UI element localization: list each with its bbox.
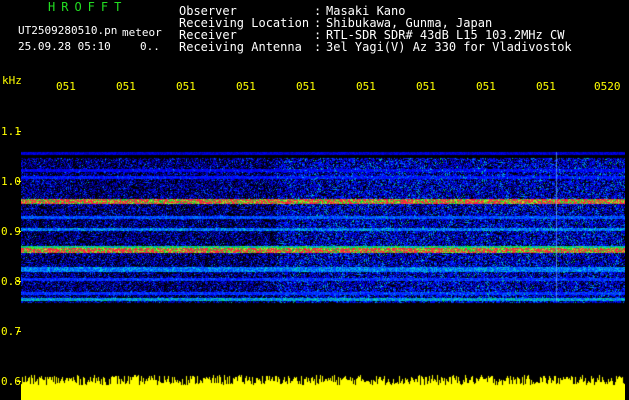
time-label: 051	[176, 80, 196, 93]
antenna-label: Receiving Antenna	[179, 40, 302, 54]
mode-label: meteor	[122, 26, 162, 39]
antenna-value: 3el Yagi(V) Az 330 for Vladivostok	[326, 40, 572, 54]
separator: :	[314, 40, 322, 54]
date-time: 25.09.28 05:10	[18, 40, 111, 53]
time-label: 051	[536, 80, 556, 93]
time-label: 051	[476, 80, 496, 93]
time-label: 051	[116, 80, 136, 93]
time-label: 051	[416, 80, 436, 93]
time-label: 051	[356, 80, 376, 93]
count-label: 0..	[140, 40, 160, 53]
time-label: 0520	[594, 80, 621, 93]
time-label: 051	[236, 80, 256, 93]
app-title: HROFFT	[48, 0, 128, 14]
file-name: UT2509280510.pn	[18, 24, 118, 37]
unit-label: kHz	[2, 74, 22, 87]
spectrogram-canvas	[21, 97, 625, 400]
time-label: 051	[56, 80, 76, 93]
time-label: 051	[296, 80, 316, 93]
spectrogram-display	[21, 97, 625, 400]
